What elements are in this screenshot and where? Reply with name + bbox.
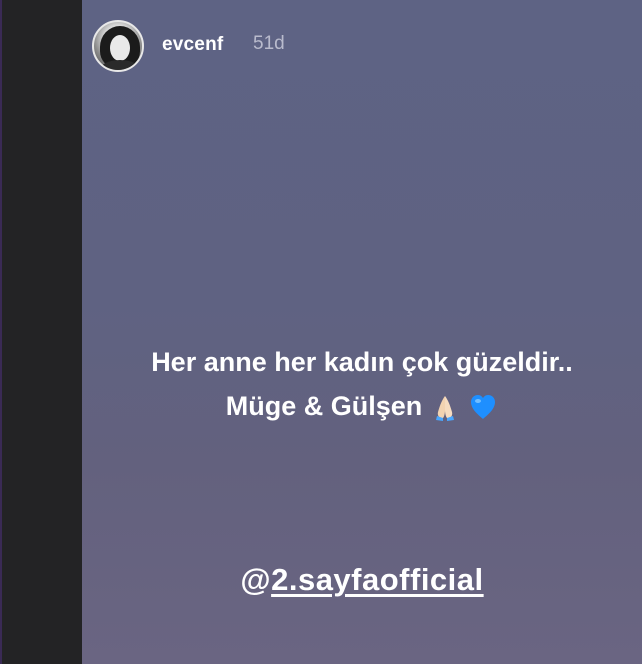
avatar-face xyxy=(110,35,130,61)
story-viewer: evcenf 51d Her anne her kadın çok güzeld… xyxy=(0,0,642,664)
caption-line-2: Müge & Gülşen xyxy=(225,391,423,421)
folded-hands-icon xyxy=(430,391,460,421)
caption-line-1: Her anne her kadın çok güzeldir.. xyxy=(151,347,573,377)
blue-heart-icon xyxy=(468,391,498,421)
caption-line-2-row: Müge & Gülşen xyxy=(226,384,499,428)
story-caption: Her anne her kadın çok güzeldir.. Müge &… xyxy=(82,340,642,428)
avatar[interactable] xyxy=(92,20,144,72)
post-age: 51d xyxy=(253,33,285,54)
left-dark-strip xyxy=(0,0,82,664)
mention-sticker[interactable]: @2.sayfaofficial xyxy=(82,562,642,598)
mention-handle[interactable]: 2.sayfaofficial xyxy=(271,562,484,597)
username[interactable]: evcenf xyxy=(162,34,223,56)
caption-line-2-wrap: Müge & Gülşen xyxy=(82,384,642,428)
mention-at: @ xyxy=(240,562,272,597)
